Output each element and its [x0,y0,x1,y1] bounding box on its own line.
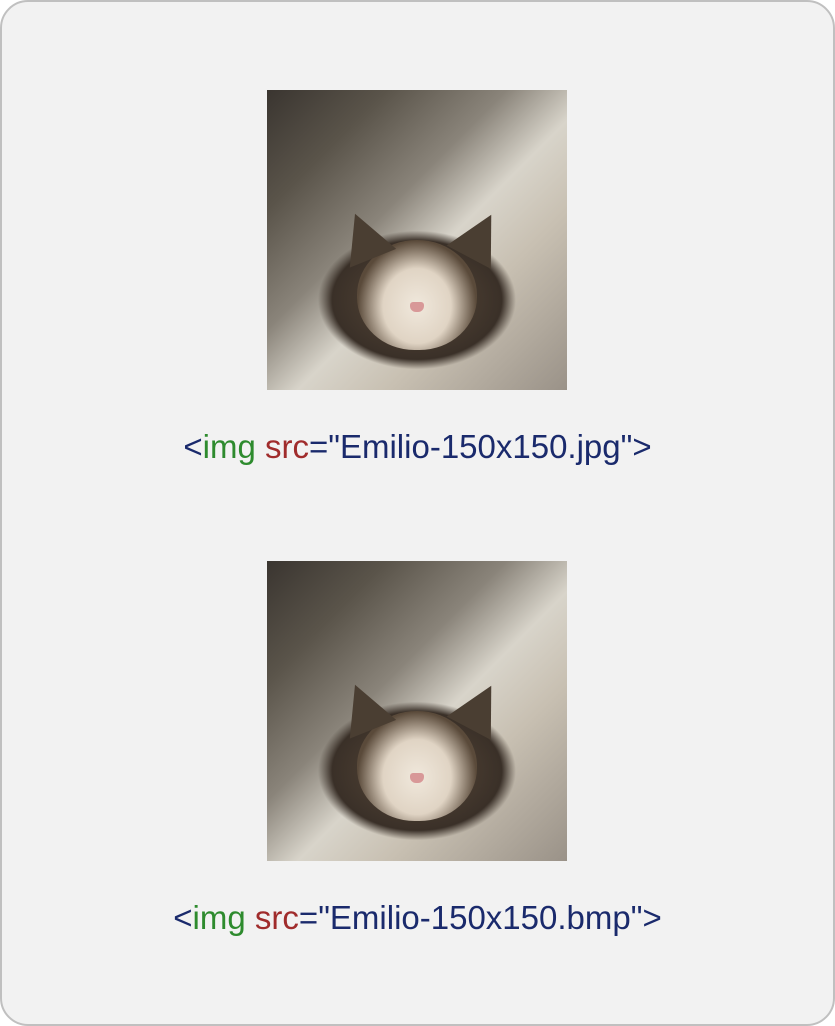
code-equals: = [299,899,318,936]
example-bmp: <img src="Emilio-150x150.bmp"> [173,561,661,937]
decoration [332,204,396,267]
code-open-bracket: < [183,428,202,465]
code-snippet-jpg: <img src="Emilio-150x150.jpg"> [183,428,651,466]
code-space [256,428,265,465]
code-tag-name: img [203,428,256,465]
decoration [447,203,514,269]
code-open-bracket: < [173,899,192,936]
code-equals: = [309,428,328,465]
code-close-bracket: > [642,899,661,936]
code-close-bracket: > [632,428,651,465]
code-space [246,899,255,936]
code-tag-name: img [193,899,246,936]
code-attr-name: src [255,899,299,936]
code-snippet-bmp: <img src="Emilio-150x150.bmp"> [173,899,661,937]
example-jpg: <img src="Emilio-150x150.jpg"> [183,90,651,466]
code-attr-value: "Emilio-150x150.jpg" [328,428,632,465]
code-attr-value: "Emilio-150x150.bmp" [318,899,642,936]
decoration [447,674,514,740]
code-attr-name: src [265,428,309,465]
decoration [332,675,396,738]
decoration [410,302,424,312]
cat-image-bmp [267,561,567,861]
cat-image-jpg [267,90,567,390]
examples-panel: <img src="Emilio-150x150.jpg"> <img src=… [0,0,835,1026]
decoration [410,773,424,783]
